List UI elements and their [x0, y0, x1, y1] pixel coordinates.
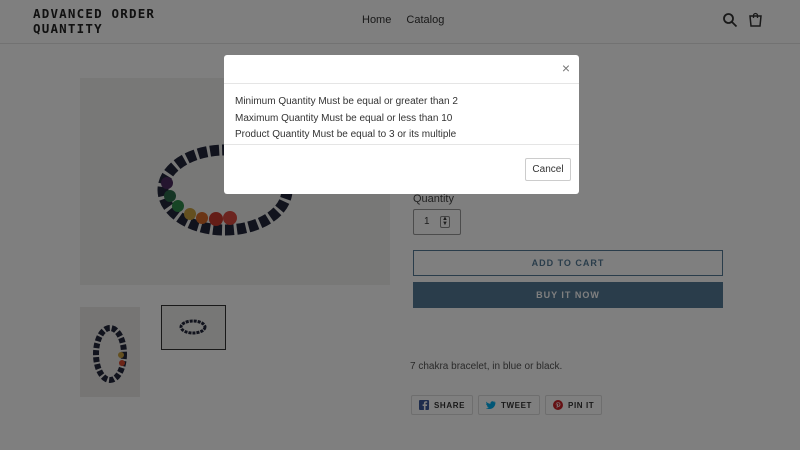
close-icon[interactable]: ×: [559, 60, 573, 76]
quantity-rules-modal: × Minimum Quantity Must be equal or grea…: [224, 55, 579, 194]
cancel-button[interactable]: Cancel: [525, 158, 571, 181]
min-quantity-message: Minimum Quantity Must be equal or greate…: [235, 96, 458, 107]
max-quantity-message: Maximum Quantity Must be equal or less t…: [235, 112, 453, 124]
modal-footer-divider: [224, 144, 579, 145]
modal-header-divider: [224, 83, 579, 84]
multiple-quantity-message: Product Quantity Must be equal to 3 or i…: [235, 129, 457, 140]
modal-messages: Minimum Quantity Must be equal or greate…: [235, 94, 458, 144]
